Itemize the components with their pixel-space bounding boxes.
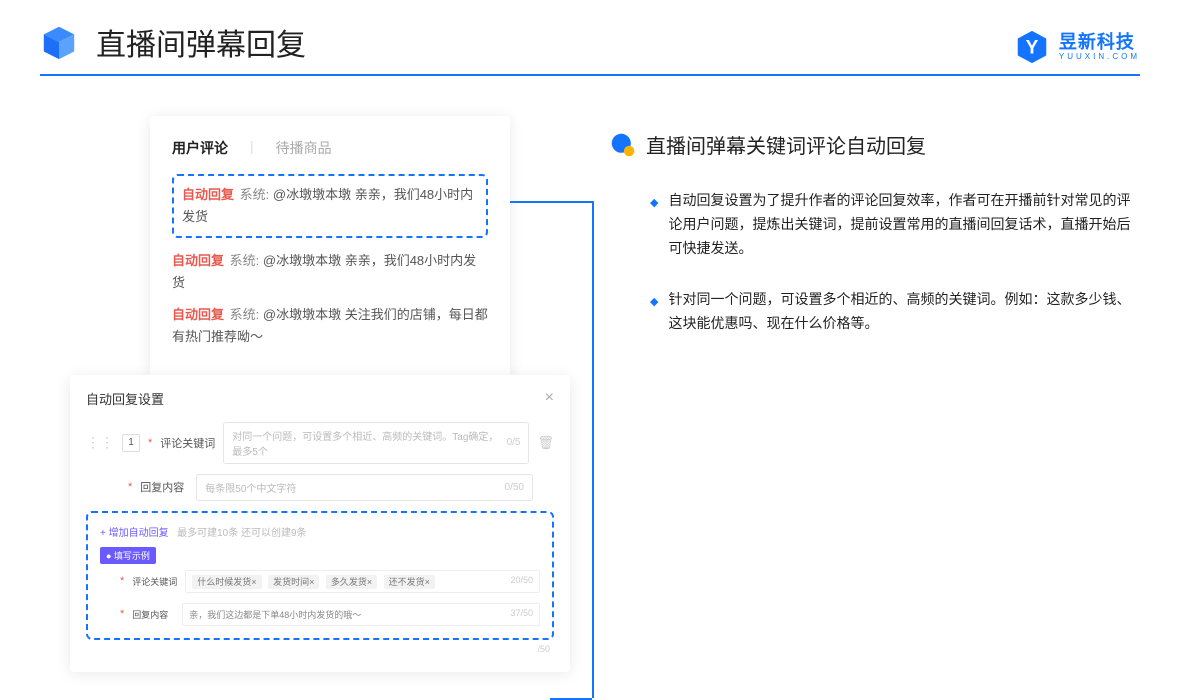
section-title: 直播间弹幕关键词评论自动回复 (646, 130, 926, 159)
brand-name: 昱新科技 (1059, 33, 1140, 51)
connector-line (592, 201, 594, 698)
char-counter: 0/50 (505, 482, 524, 493)
settings-title: 自动回复设置 (86, 389, 164, 408)
cube-icon (40, 23, 78, 61)
keyword-tag[interactable]: 还不发货× (384, 575, 435, 589)
system-label: 系统: (230, 307, 260, 322)
bullet-point: ◆ 针对同一个问题，可设置多个相近的、高频的关键词。例如：这款多少钱、这块能优惠… (610, 288, 1140, 336)
system-label: 系统: (230, 253, 260, 268)
comment-row: 自动回复 系统: @冰墩墩本墩 关注我们的店铺，每日都有热门推荐呦～ (172, 304, 488, 348)
example-reply-text: 亲，我们这边都是下单48小时内发货的哦～ (189, 608, 361, 621)
example-reply-label: 回复内容 (132, 608, 174, 621)
drag-handle-icon[interactable]: ⋮⋮ (86, 434, 114, 451)
comment-row: 自动回复 系统: @冰墩墩本墩 亲亲，我们48小时内发货 (182, 184, 478, 228)
keyword-label: 评论关键词 (160, 435, 215, 451)
page-title: 直播间弹幕回复 (96, 20, 306, 64)
required-star: * (120, 608, 124, 620)
required-star: * (148, 437, 152, 449)
connector-line (510, 201, 592, 203)
diamond-icon: ◆ (650, 293, 658, 336)
bullet-text: 针对同一个问题，可设置多个相近的、高频的关键词。例如：这款多少钱、这块能优惠吗、… (668, 288, 1140, 336)
add-hint: 最多可建10条 还可以创建9条 (177, 528, 306, 539)
keyword-input[interactable]: 对同一个问题，可设置多个相近、高频的关键词。Tag确定，最多5个 0/5 (223, 422, 529, 464)
row-index: 1 (122, 434, 140, 452)
auto-reply-badge: 自动回复 (182, 187, 234, 202)
keyword-tag[interactable]: 多久发货× (326, 575, 377, 589)
auto-reply-badge: 自动回复 (172, 307, 224, 322)
char-counter: 20/50 (510, 575, 533, 588)
comment-row: 自动回复 系统: @冰墩墩本墩 亲亲，我们48小时内发货 (172, 250, 488, 294)
tab-separator: | (250, 138, 254, 158)
comments-panel: 用户评论 | 待播商品 自动回复 系统: @冰墩墩本墩 亲亲，我们48小时内发货… (150, 116, 510, 381)
svg-text:Y: Y (1026, 38, 1039, 59)
reply-label: 回复内容 (140, 479, 188, 495)
example-keyword-input[interactable]: 什么时候发货× 发货时间× 多久发货× 还不发货× 20/50 (185, 570, 540, 593)
reply-input[interactable]: 每条限50个中文字符 0/50 (196, 474, 533, 501)
example-reply-input[interactable]: 亲，我们这边都是下单48小时内发货的哦～ 37/50 (182, 603, 540, 626)
tab-pending-goods[interactable]: 待播商品 (276, 138, 332, 158)
auto-reply-badge: 自动回复 (172, 253, 224, 268)
keyword-tag[interactable]: 发货时间× (268, 575, 319, 589)
required-star: * (128, 481, 132, 493)
example-badge: ● 填写示例 (100, 547, 156, 564)
auto-reply-settings-panel: 自动回复设置 × ⋮⋮ 1 * 评论关键词 对同一个问题，可设置多个相近、高频的… (70, 375, 570, 672)
brand-sub: YUUXIN.COM (1059, 53, 1140, 61)
brand-logo-icon: Y (1013, 28, 1051, 66)
example-keyword-label: 评论关键词 (132, 575, 177, 588)
close-icon[interactable]: × (545, 389, 554, 407)
diamond-icon: ◆ (650, 194, 658, 260)
input-placeholder: 每条限50个中文字符 (205, 480, 296, 495)
char-counter: 37/50 (510, 608, 533, 621)
char-counter: 0/5 (507, 437, 521, 448)
add-auto-reply-link[interactable]: + 增加自动回复 (100, 528, 169, 539)
outer-counter: /50 (86, 644, 554, 654)
highlighted-comment: 自动回复 系统: @冰墩墩本墩 亲亲，我们48小时内发货 (172, 174, 488, 238)
example-section: + 增加自动回复 最多可建10条 还可以创建9条 ● 填写示例 * 评论关键词 … (86, 511, 554, 640)
required-star: * (120, 575, 124, 587)
input-placeholder: 对同一个问题，可设置多个相近、高频的关键词。Tag确定，最多5个 (232, 428, 506, 458)
tab-user-comments[interactable]: 用户评论 (172, 138, 228, 158)
system-label: 系统: (240, 187, 270, 202)
bullet-point: ◆ 自动回复设置为了提升作者的评论回复效率，作者可在开播前针对常见的评论用户问题… (610, 189, 1140, 260)
bullet-text: 自动回复设置为了提升作者的评论回复效率，作者可在开播前针对常见的评论用户问题，提… (668, 189, 1140, 260)
brand-block: Y 昱新科技 YUUXIN.COM (1013, 28, 1140, 66)
trash-icon[interactable]: 🗑 (537, 435, 554, 451)
keyword-tag[interactable]: 什么时候发货× (192, 575, 261, 589)
chat-bubble-icon (610, 132, 636, 158)
